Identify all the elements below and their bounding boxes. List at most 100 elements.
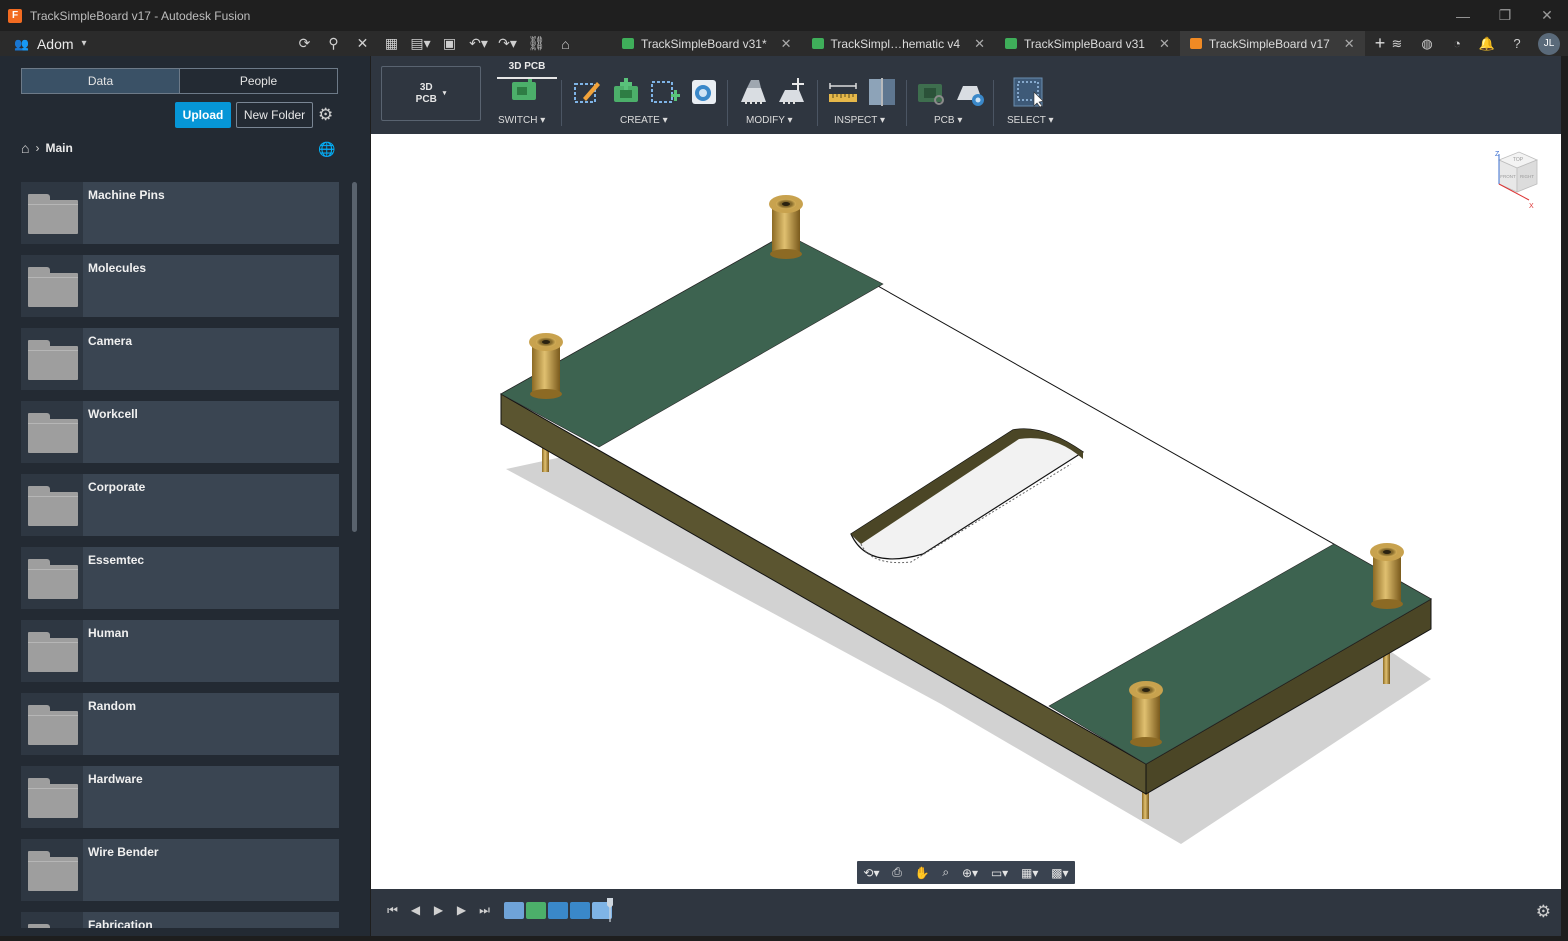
folder-list: Machine Pins Molecules Camera Workcell C… <box>21 182 340 928</box>
refresh-icon[interactable]: ⟳ <box>290 35 319 52</box>
step-forward-icon[interactable]: ▶ <box>450 903 473 918</box>
create-board-icon[interactable] <box>610 76 642 108</box>
close-tab-icon[interactable]: ✕ <box>1159 36 1170 52</box>
sketch-icon[interactable] <box>571 76 603 108</box>
measure-icon[interactable] <box>827 76 859 108</box>
notifications-icon[interactable]: 🔔 <box>1472 36 1502 52</box>
minimize-button[interactable]: — <box>1442 0 1484 31</box>
restore-button[interactable]: ❐ <box>1484 0 1526 31</box>
pcb-group <box>915 76 993 108</box>
close-tab-icon[interactable]: ✕ <box>1344 36 1355 52</box>
tab-data[interactable]: Data <box>22 69 180 93</box>
redo-icon[interactable]: ↷▾ <box>493 35 522 52</box>
go-to-end-icon[interactable]: ⏭ <box>473 903 496 918</box>
list-item[interactable]: Camera <box>21 328 339 390</box>
list-item[interactable]: Workcell <box>21 401 339 463</box>
apps-grid-icon[interactable]: ▦ <box>377 35 406 52</box>
close-tab-icon[interactable]: ✕ <box>974 36 985 52</box>
list-item[interactable]: Molecules <box>21 255 339 317</box>
modify-group-label[interactable]: MODIFY ▾ <box>746 115 793 126</box>
inspect-group <box>827 76 905 108</box>
home-icon[interactable]: ⌂ <box>21 140 29 156</box>
fit-icon[interactable]: ⊕▾ <box>962 866 978 880</box>
list-item[interactable]: Wire Bender <box>21 839 339 901</box>
switch-group-label[interactable]: SWITCH ▾ <box>498 115 545 126</box>
globe-icon[interactable]: 🌐 <box>318 141 335 158</box>
extensions-icon[interactable]: ≋ <box>1382 36 1412 52</box>
switch-to-pcb-icon[interactable] <box>508 76 540 108</box>
3d-package-icon[interactable] <box>688 76 720 108</box>
list-item[interactable]: Corporate <box>21 474 339 536</box>
save-icon[interactable]: ▣ <box>435 35 464 52</box>
machine-pin[interactable] <box>1129 681 1163 747</box>
search-icon[interactable]: ⚲ <box>319 35 348 52</box>
pan-icon[interactable]: ✋ <box>915 866 930 880</box>
display-settings-icon[interactable]: ▭▾ <box>991 866 1008 880</box>
machine-pin[interactable] <box>1370 543 1404 609</box>
avatar[interactable]: JL <box>1538 32 1560 55</box>
folder-name: Essemtec <box>88 553 145 567</box>
play-icon[interactable]: ▶ <box>427 903 450 918</box>
select-icon[interactable] <box>1012 76 1044 108</box>
move-component-icon[interactable] <box>776 76 808 108</box>
upload-button[interactable]: Upload <box>175 102 231 128</box>
workspace-switcher[interactable]: 3D PCB ▾ <box>381 66 481 121</box>
scrollbar[interactable] <box>352 182 357 532</box>
pcb-group-label[interactable]: PCB ▾ <box>934 115 962 126</box>
job-status-icon[interactable]: ◔ <box>1442 36 1472 51</box>
gear-icon[interactable]: ⚙ <box>1536 902 1551 922</box>
create-outline-icon[interactable] <box>649 76 681 108</box>
machine-pin[interactable] <box>529 333 563 399</box>
online-status-icon[interactable]: ◍ <box>1412 36 1442 52</box>
create-group-label[interactable]: CREATE ▾ <box>620 115 668 126</box>
new-folder-button[interactable]: New Folder <box>236 102 313 128</box>
help-icon[interactable]: ? <box>1502 36 1532 51</box>
file-menu-icon[interactable]: ▤▾ <box>406 35 435 52</box>
folder-name: Wire Bender <box>88 845 159 859</box>
sketch-feature-icon[interactable] <box>504 902 524 919</box>
close-panel-icon[interactable]: ✕ <box>348 35 377 52</box>
team-selector[interactable]: 👥 Adom ▾ <box>14 36 87 52</box>
undo-icon[interactable]: ↶▾ <box>464 35 493 52</box>
document-tab[interactable]: TrackSimpleBoard v31* ✕ <box>612 31 802 56</box>
inspect-group-label[interactable]: INSPECT ▾ <box>834 115 885 126</box>
orbit-icon[interactable]: ⟲▾ <box>863 866 879 880</box>
grid-icon[interactable]: ▦▾ <box>1021 866 1038 880</box>
list-item[interactable]: Essemtec <box>21 547 339 609</box>
push-pull-icon[interactable] <box>737 76 769 108</box>
document-tab[interactable]: TrackSimpleBoard v31 ✕ <box>995 31 1180 56</box>
zoom-icon[interactable]: ⌕ <box>942 865 949 880</box>
list-item[interactable]: Machine Pins <box>21 182 339 244</box>
list-item[interactable]: Fabrication <box>21 912 339 928</box>
home-icon[interactable]: ⌂ <box>551 36 580 52</box>
gear-icon[interactable]: ⚙ <box>318 105 333 125</box>
folder-name: Corporate <box>88 480 146 494</box>
machine-pin[interactable] <box>769 195 803 259</box>
board-feature-icon[interactable] <box>526 902 546 919</box>
list-item[interactable]: Hardware <box>21 766 339 828</box>
step-back-icon[interactable]: ◀ <box>404 903 427 918</box>
list-item[interactable]: Human <box>21 620 339 682</box>
image-feature-icon[interactable] <box>548 902 568 919</box>
document-tab[interactable]: TrackSimpl…hematic v4 ✕ <box>802 31 996 56</box>
folder-icon <box>21 401 83 463</box>
tab-people[interactable]: People <box>180 69 337 93</box>
3d-viewport[interactable]: TOP FRONT RIGHT Z X ⟲▾ ⎙ ✋ ⌕ ⊕▾ ▭▾ ▦▾ ▩▾ <box>371 134 1561 889</box>
list-item[interactable]: Random <box>21 693 339 755</box>
viewports-icon[interactable]: ▩▾ <box>1051 866 1068 880</box>
pcb-link-icon[interactable] <box>915 76 947 108</box>
section-analysis-icon[interactable] <box>866 76 898 108</box>
document-tab-active[interactable]: TrackSimpleBoard v17 ✕ <box>1179 31 1365 56</box>
select-group-label[interactable]: SELECT ▾ <box>1007 115 1054 126</box>
viewcube[interactable]: TOP FRONT RIGHT Z X <box>1485 148 1547 210</box>
breadcrumb-current[interactable]: Main <box>45 141 72 155</box>
image-feature-icon[interactable] <box>570 902 590 919</box>
pcb-document-icon <box>622 38 634 49</box>
pcb-settings-icon[interactable] <box>954 76 986 108</box>
link-icon[interactable]: ⛓ <box>522 35 551 52</box>
close-tab-icon[interactable]: ✕ <box>781 36 792 52</box>
pcb-3d-model[interactable] <box>371 134 1561 889</box>
close-window-button[interactable]: ✕ <box>1526 0 1568 31</box>
look-at-icon[interactable]: ⎙ <box>892 865 902 880</box>
go-to-start-icon[interactable]: ⏮ <box>381 903 404 918</box>
